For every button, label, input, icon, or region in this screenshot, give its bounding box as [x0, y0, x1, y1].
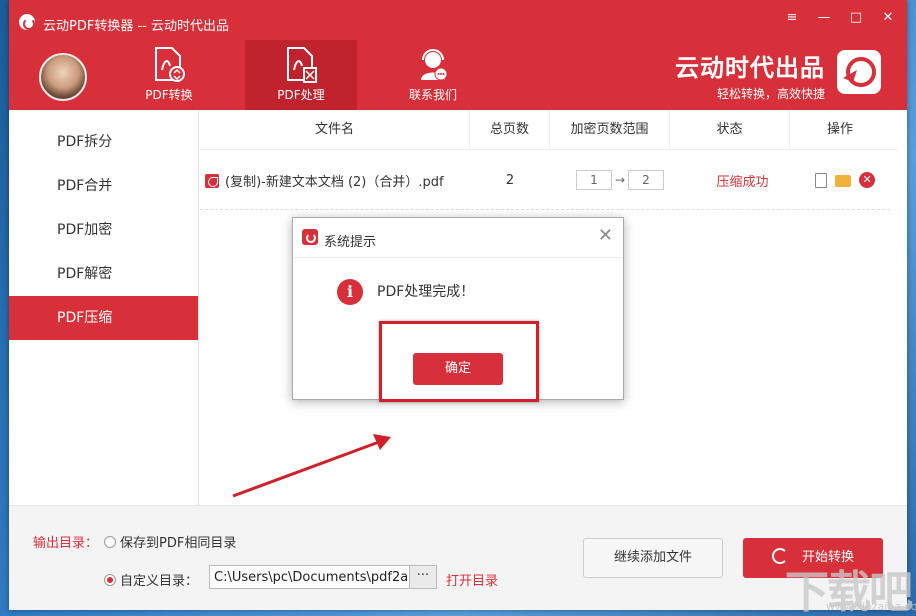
app-logo-icon: [19, 14, 35, 30]
range-to-input[interactable]: 2: [628, 170, 664, 190]
browse-button[interactable]: ···: [409, 565, 437, 589]
column-header-range: 加密页数范围: [550, 110, 670, 150]
minimize-button[interactable]: —: [817, 10, 831, 26]
dialog-title-bar: 系统提示 ✕: [293, 218, 623, 258]
status-cell: 压缩成功: [716, 174, 769, 190]
sidebar-item-pdf-merge[interactable]: PDF合并: [9, 164, 198, 208]
brand-slogan: 轻松转换，高效快捷: [716, 87, 825, 101]
sidebar: PDF拆分 PDF合并 PDF加密 PDF解密 PDF压缩: [9, 110, 199, 505]
app-window: 云动PDF转换器 -- 云动时代出品 ≡ — □ ✕ PDF转换 PDF处理 联…: [9, 0, 907, 610]
maximize-button[interactable]: □: [849, 10, 863, 26]
radio-icon[interactable]: [104, 574, 116, 586]
app-logo-icon: [302, 229, 318, 245]
dialog-message: PDF处理完成！: [377, 284, 475, 300]
tab-contact-us[interactable]: 联系我们: [377, 40, 489, 110]
column-header-status: 状态: [670, 110, 790, 150]
tab-pdf-convert[interactable]: PDF转换: [113, 40, 225, 110]
close-button[interactable]: ✕: [881, 10, 895, 26]
radio-custom-dir[interactable]: 自定义目录：: [104, 570, 198, 589]
column-header-actions: 操作: [826, 122, 853, 137]
sidebar-item-pdf-split[interactable]: PDF拆分: [9, 120, 198, 164]
table-row[interactable]: (复制)-新建文本文档 (2)（合并）.pdf 2 1 → 2 压缩成功 ✕: [200, 160, 898, 200]
output-dir-label: 输出目录：: [33, 536, 99, 551]
dialog-title: 系统提示: [324, 235, 377, 250]
tab-label: 联系我们: [408, 88, 457, 102]
document-icon[interactable]: [814, 172, 827, 188]
annotation-arrow-icon: [232, 434, 391, 498]
column-header-filename: 文件名: [200, 110, 470, 150]
range-from-input[interactable]: 1: [576, 170, 612, 190]
contact-support-icon: [421, 49, 448, 81]
delete-icon[interactable]: ✕: [859, 172, 876, 188]
radio-same-dir[interactable]: 保存到PDF相同目录: [104, 532, 236, 551]
pages-cell: 2: [505, 172, 515, 188]
row-divider: [200, 209, 890, 210]
add-more-files-button[interactable]: 继续添加文件: [583, 538, 723, 578]
filename-text: (复制)-新建文本文档 (2)（合并）.pdf: [225, 174, 444, 190]
tab-label: PDF处理: [277, 88, 325, 102]
output-path-input[interactable]: [209, 565, 417, 589]
pdf-file-icon: [205, 173, 219, 188]
radio-custom-dir-label: 自定义目录：: [120, 574, 199, 589]
highlight-box: [379, 321, 539, 402]
dialog-close-icon[interactable]: ✕: [598, 227, 613, 245]
sidebar-item-pdf-encrypt[interactable]: PDF加密: [9, 208, 198, 252]
radio-icon[interactable]: [104, 536, 116, 548]
folder-open-icon[interactable]: [835, 175, 851, 187]
watermark-url: www.xiazaiba.com: [826, 600, 916, 613]
menu-icon[interactable]: ≡: [785, 10, 799, 26]
open-directory-link[interactable]: 打开目录: [446, 570, 498, 589]
tab-label: PDF转换: [145, 88, 193, 102]
column-header-pages: 总页数: [470, 110, 550, 150]
brand-name: 云动时代出品: [675, 54, 825, 82]
title-bar: 云动PDF转换器 -- 云动时代出品 ≡ — □ ✕: [9, 0, 907, 40]
actions-cell: ✕: [795, 172, 895, 188]
tab-pdf-process[interactable]: PDF处理: [245, 40, 357, 110]
info-icon: i: [337, 279, 363, 305]
avatar[interactable]: [39, 53, 87, 101]
filename-cell: (复制)-新建文本文档 (2)（合并）.pdf: [200, 171, 470, 190]
sidebar-item-pdf-decrypt[interactable]: PDF解密: [9, 252, 198, 296]
arrow-right-icon: →: [614, 173, 626, 187]
pdf-process-icon: [287, 47, 317, 83]
brand: 云动时代出品 轻松转换，高效快捷: [675, 48, 825, 102]
sidebar-item-pdf-compress[interactable]: PDF压缩: [9, 296, 198, 340]
footer: 输出目录： 保存到PDF相同目录 自定义目录： ··· 打开目录 继续添加文件 …: [9, 505, 907, 610]
header: 云动PDF转换器 -- 云动时代出品 ≡ — □ ✕ PDF转换 PDF处理 联…: [9, 0, 907, 110]
pdf-convert-icon: [155, 47, 185, 82]
radio-same-dir-label: 保存到PDF相同目录: [120, 536, 237, 551]
app-title: 云动PDF转换器 -- 云动时代出品: [43, 19, 229, 34]
range-cell: 1 → 2: [550, 170, 690, 190]
brand-logo-icon: [837, 50, 881, 94]
table-header: 文件名 总页数 加密页数范围 状态 操作: [200, 110, 898, 150]
window-controls: ≡ — □ ✕: [785, 10, 895, 26]
